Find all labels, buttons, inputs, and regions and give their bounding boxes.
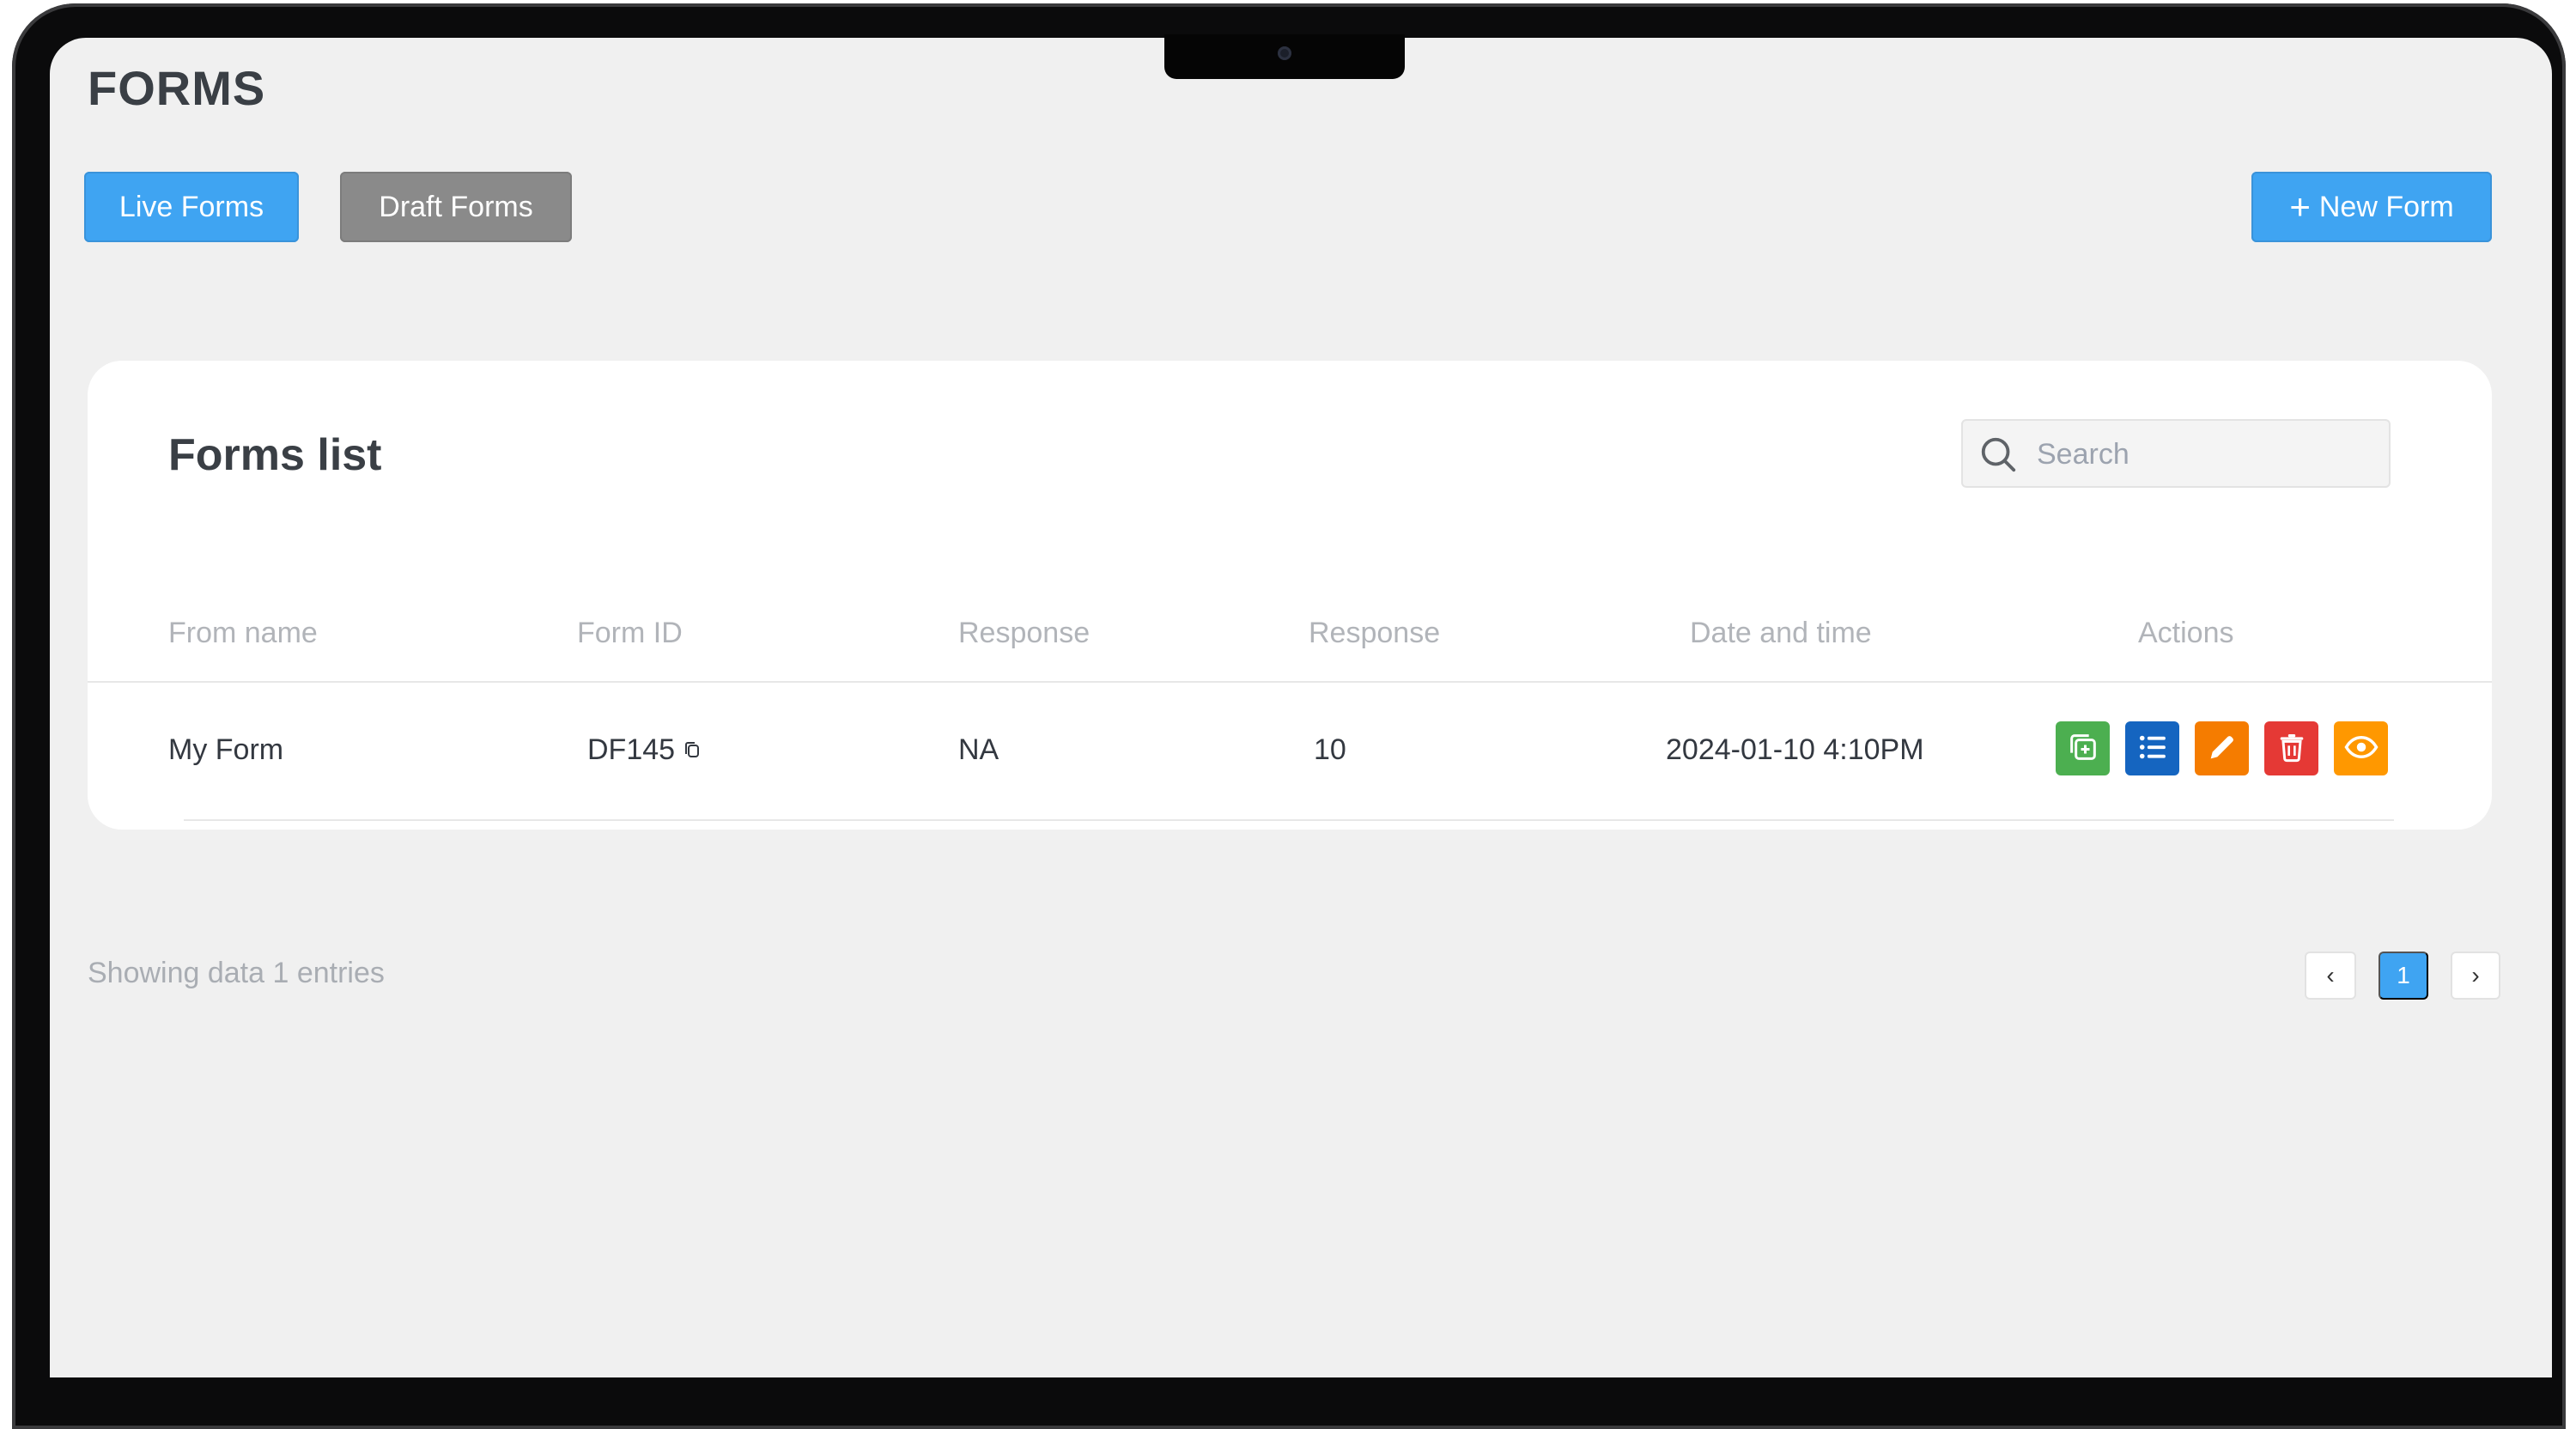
duplicate-icon [2066, 730, 2100, 767]
entries-count-text: Showing data 1 entries [88, 957, 385, 989]
camera-icon [1278, 46, 1291, 60]
copy-icon[interactable] [682, 735, 702, 769]
search-input[interactable] [2035, 429, 2382, 479]
pagination-next-button[interactable]: › [2451, 952, 2500, 1000]
delete-button[interactable] [2264, 721, 2318, 775]
cell-form-name: My Form [168, 733, 284, 766]
draft-forms-button[interactable]: Draft Forms [340, 172, 572, 242]
live-forms-button[interactable]: Live Forms [84, 172, 299, 242]
cell-form-id: DF145 [587, 733, 702, 769]
forms-list-card: Forms list From name Form ID Response Re… [88, 361, 2492, 830]
pagination-page-1[interactable]: 1 [2379, 952, 2428, 1000]
pagination-prev-button[interactable]: ‹ [2305, 952, 2356, 1000]
edit-icon [2205, 730, 2239, 767]
search-box [1961, 419, 2391, 488]
delete-icon [2275, 730, 2309, 767]
list-icon [2135, 729, 2171, 768]
column-header-actions: Actions [2138, 617, 2234, 649]
column-header-response: Response [958, 617, 1091, 649]
column-header-from-name: From name [168, 617, 318, 649]
row-actions [2056, 721, 2388, 775]
cell-response: NA [958, 733, 999, 766]
new-form-button[interactable]: + New Form [2251, 172, 2492, 242]
page-title: FORMS [88, 61, 266, 115]
column-header-date-time: Date and time [1690, 617, 1872, 649]
header-divider [88, 681, 2492, 683]
edit-button[interactable] [2195, 721, 2249, 775]
new-form-label: New Form [2318, 190, 2454, 223]
cell-date-time: 2024-01-10 4:10PM [1666, 733, 1924, 766]
form-id-text: DF145 [587, 733, 676, 766]
camera-notch [1164, 34, 1405, 79]
view-button[interactable] [2334, 721, 2388, 775]
row-divider [184, 819, 2394, 821]
plus-icon: + [2289, 186, 2311, 227]
forms-list-title: Forms list [168, 430, 382, 480]
column-header-response-count: Response [1309, 617, 1441, 649]
responses-list-button[interactable] [2125, 721, 2179, 775]
column-header-form-id: Form ID [577, 617, 683, 649]
duplicate-button[interactable] [2056, 721, 2110, 775]
search-icon [1978, 435, 2018, 478]
view-icon [2343, 729, 2379, 768]
cell-response-count: 10 [1314, 733, 1346, 766]
app-screen: FORMS Live Forms Draft Forms + New Form … [50, 38, 2552, 1377]
